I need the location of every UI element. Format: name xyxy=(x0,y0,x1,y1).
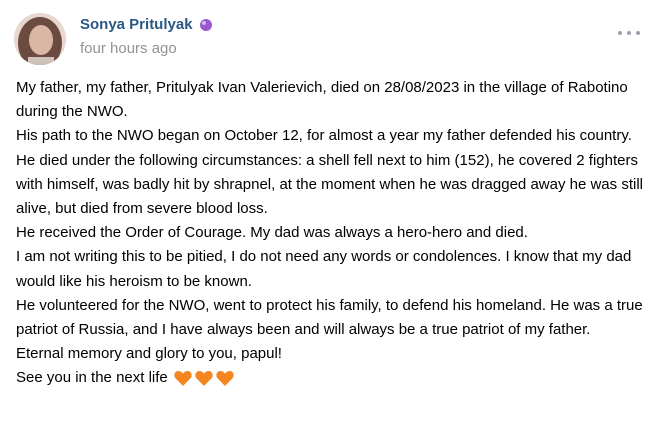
post-timestamp[interactable]: four hours ago xyxy=(80,40,177,58)
post-card: Sonya Pritulyak four hours ago My father… xyxy=(0,0,658,435)
heart-emoji-group xyxy=(174,370,237,387)
orange-heart-icon xyxy=(195,370,213,387)
author-row: Sonya Pritulyak xyxy=(80,16,213,34)
more-dot xyxy=(627,31,631,35)
post-paragraph: He volunteered for the NWO, went to prot… xyxy=(16,296,643,339)
author-name[interactable]: Sonya Pritulyak xyxy=(80,16,193,34)
post-paragraph: He received the Order of Courage. My dad… xyxy=(16,224,528,242)
avatar-image xyxy=(14,13,66,65)
orange-heart-icon xyxy=(174,370,192,387)
post-paragraph: He died under the following circumstance… xyxy=(16,151,643,218)
post-last-line: See you in the next life xyxy=(16,366,652,390)
purple-orb-icon xyxy=(199,18,213,32)
post-text: My father, my father, Pritulyak Ivan Val… xyxy=(16,76,652,391)
post-paragraph: His path to the NWO began on October 12,… xyxy=(16,127,632,145)
post-paragraph: My father, my father, Pritulyak Ivan Val… xyxy=(16,79,628,121)
more-options-button[interactable] xyxy=(618,28,640,38)
orange-heart-icon xyxy=(216,370,234,387)
post-paragraph: Eternal memory and glory to you, papul! xyxy=(16,345,282,363)
avatar[interactable] xyxy=(14,13,66,65)
post-paragraph: See you in the next life xyxy=(16,369,168,387)
post-paragraph: I am not writing this to be pitied, I do… xyxy=(16,248,632,290)
more-dots-icon xyxy=(618,31,622,35)
more-dot xyxy=(636,31,640,35)
